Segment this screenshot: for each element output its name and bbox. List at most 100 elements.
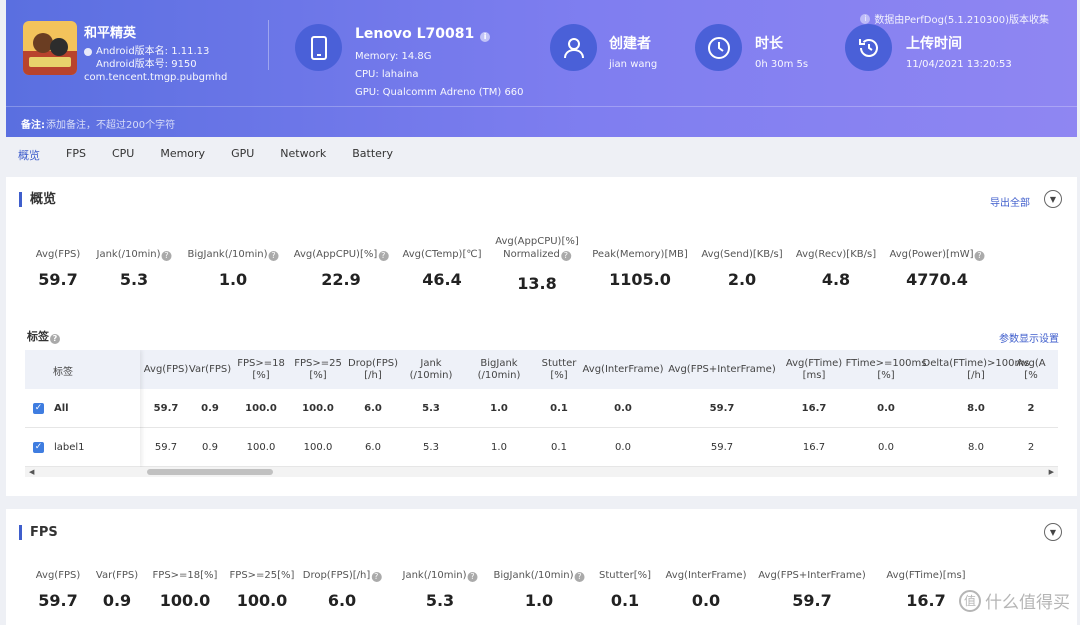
column-header[interactable]: Avg(FPS+InterFrame): [668, 350, 775, 389]
table-cell: 59.7: [710, 442, 734, 453]
table-label-column: 标签 ✓ All ✓ label1: [25, 350, 140, 467]
fps-title: FPS: [19, 525, 58, 540]
metric-value: 4.8: [821, 270, 851, 289]
param-settings-link[interactable]: 参数显示设置: [999, 330, 1059, 345]
checkbox-checked-icon[interactable]: ✓: [33, 402, 44, 414]
note-input[interactable]: 添加备注，不超过200个字符: [46, 116, 175, 131]
table-cell: 59.7: [154, 442, 178, 453]
column-header[interactable]: Jank (/10min): [410, 350, 453, 389]
table-cell: 5.3: [423, 442, 439, 453]
help-icon[interactable]: ?: [574, 572, 585, 582]
metric-label: Peak(Memory)[MB]: [592, 249, 688, 260]
metric-value: 1.0: [218, 270, 248, 289]
duration-label: 时长: [755, 36, 783, 52]
help-icon[interactable]: ?: [161, 251, 172, 261]
device-info-icon[interactable]: i: [480, 32, 491, 42]
table-row[interactable]: ✓ All: [25, 389, 140, 428]
tab-memory[interactable]: Memory: [160, 147, 205, 163]
table-cell: 0.0: [878, 442, 894, 453]
chevron-down-icon[interactable]: ▼: [1044, 523, 1062, 541]
metric-value: 6.0: [327, 591, 357, 610]
column-header[interactable]: Delta(FTime)>100ms [/h]: [923, 350, 1030, 389]
scrollbar-thumb[interactable]: [147, 469, 273, 475]
column-header[interactable]: Avg(FTime) [ms]: [786, 350, 842, 389]
table-row[interactable]: ✓ label1: [25, 428, 140, 467]
fps-card: FPS ▼ Avg(FPS) 59.7 Var(FPS) 0.9 FPS>=18[%] 1…: [6, 509, 1077, 625]
tab-cpu[interactable]: CPU: [112, 147, 134, 163]
row-label-all: All: [54, 402, 69, 414]
table-cell: 100.0: [245, 403, 277, 414]
table-cell: 2: [1027, 442, 1035, 453]
export-all-link[interactable]: 导出全部: [990, 194, 1030, 209]
clock-icon: [695, 24, 742, 71]
checkbox-checked-icon[interactable]: ✓: [33, 441, 44, 453]
device-name-text: Lenovo L70081: [355, 26, 475, 42]
table-cell: 100.0: [246, 442, 276, 453]
column-header[interactable]: Avg(InterFrame): [583, 350, 664, 389]
android-icon: [84, 47, 92, 56]
metric-item: Peak(Memory)[MB] 1105.0: [592, 248, 688, 289]
metric-value: 0.0: [691, 591, 721, 610]
scroll-left-icon[interactable]: ◀: [29, 468, 34, 476]
app-name: 和平精英: [84, 26, 137, 41]
help-icon[interactable]: ?: [378, 251, 389, 261]
table-cell: 8.0: [968, 442, 984, 453]
help-icon[interactable]: ?: [467, 572, 478, 582]
metric-item: Avg(CTemp)[℃] 46.4: [403, 248, 482, 289]
metric-value: 59.7: [38, 591, 78, 610]
metric-value: 59.7: [792, 591, 832, 610]
note-label: 备注:: [21, 120, 45, 131]
metric-value: 22.9: [321, 270, 361, 289]
tag-title-text: 标签: [27, 330, 49, 343]
metric-item: Avg(FTime)[ms] 16.7: [886, 569, 965, 610]
section-tabs: 概览 FPS CPU Memory GPU Network Battery: [18, 147, 419, 163]
help-icon[interactable]: ?: [268, 251, 279, 261]
table-cell: 8.0: [967, 403, 985, 414]
help-icon[interactable]: ?: [560, 251, 571, 261]
metric-label: Avg(Recv)[KB/s]: [795, 249, 877, 260]
tab-network[interactable]: Network: [280, 147, 326, 163]
metric-item: Var(FPS) 0.9: [96, 569, 138, 610]
table-cell: 0.0: [615, 442, 631, 453]
column-header[interactable]: Stutter [%]: [542, 350, 577, 389]
tab-overview[interactable]: 概览: [18, 147, 40, 163]
android-version: Android版本名: 1.11.13: [96, 46, 210, 57]
column-header[interactable]: Avg(A [%: [1016, 350, 1045, 389]
note-bar[interactable]: 备注: 添加备注，不超过200个字符: [6, 106, 1077, 137]
column-header[interactable]: Avg(FPS): [144, 350, 188, 389]
column-header[interactable]: BigJank (/10min): [478, 350, 521, 389]
metric-item: Avg(FPS) 59.7: [36, 569, 80, 610]
overview-card: 概览 导出全部 ▼ Avg(FPS) 59.7 Jank(/10min)? 5.3 Bi…: [6, 177, 1077, 496]
tag-section-title: 标签?: [19, 329, 60, 344]
metric-value: 16.7: [906, 591, 946, 610]
metric-value: 1105.0: [609, 270, 671, 289]
column-header[interactable]: FPS>=18 [%]: [237, 350, 285, 389]
metric-label: FPS>=18[%]: [152, 570, 218, 581]
column-header[interactable]: Var(FPS): [189, 350, 231, 389]
column-header[interactable]: FTime>=100ms [%]: [846, 350, 927, 389]
upload-label: 上传时间: [906, 36, 962, 52]
metric-label: Avg(InterFrame): [665, 570, 747, 581]
horizontal-scrollbar[interactable]: ◀ ▶: [25, 467, 1058, 477]
column-header[interactable]: FPS>=25 [%]: [294, 350, 342, 389]
help-icon[interactable]: ?: [974, 251, 985, 261]
metric-item: Avg(AppCPU)[%] Normalized? 13.8: [495, 235, 579, 293]
metric-label: Avg(FPS): [35, 570, 81, 581]
help-icon[interactable]: ?: [371, 572, 382, 582]
tab-fps[interactable]: FPS: [66, 147, 86, 163]
help-icon[interactable]: ?: [50, 334, 60, 344]
table-cell: 0.1: [551, 442, 567, 453]
chevron-down-icon[interactable]: ▼: [1044, 190, 1062, 208]
metric-item: BigJank(/10min)? 1.0: [188, 248, 279, 289]
table-cell: 0.0: [877, 403, 895, 414]
metric-value: 5.3: [425, 591, 455, 610]
tab-gpu[interactable]: GPU: [231, 147, 254, 163]
phone-icon: [295, 24, 342, 71]
metric-item: Stutter[%] 0.1: [599, 569, 651, 610]
metric-label: BigJank(/10min)?: [494, 569, 585, 582]
user-icon: [550, 24, 597, 71]
column-header[interactable]: Drop(FPS) [/h]: [348, 350, 398, 389]
tab-battery[interactable]: Battery: [352, 147, 393, 163]
package-name: com.tencent.tmgp.pubgmhd: [84, 72, 228, 83]
scroll-right-icon[interactable]: ▶: [1049, 468, 1054, 476]
